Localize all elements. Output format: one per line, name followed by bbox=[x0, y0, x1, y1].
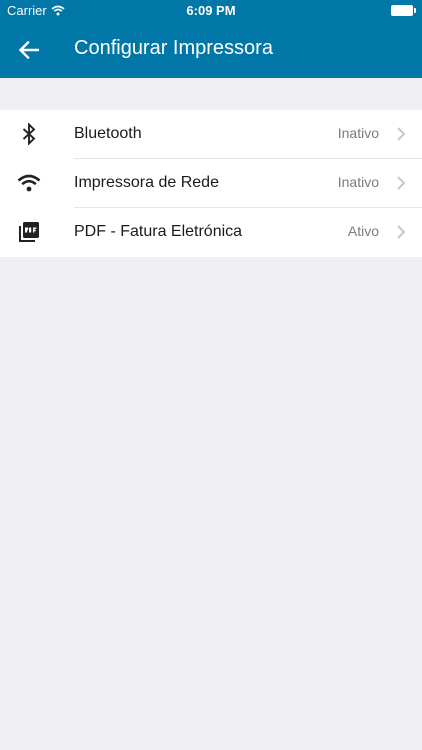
printer-row-network[interactable]: Impressora de Rede Inativo bbox=[0, 159, 422, 208]
battery-icon bbox=[391, 5, 416, 16]
printer-label: Bluetooth bbox=[74, 125, 142, 142]
printer-row-pdf[interactable]: PDF - Fatura Eletrónica Ativo bbox=[0, 208, 422, 257]
printer-label: Impressora de Rede bbox=[74, 174, 219, 191]
status-bar: Carrier 6:09 PM bbox=[0, 0, 422, 22]
status-time: 6:09 PM bbox=[186, 3, 236, 18]
printer-status: Inativo bbox=[337, 174, 379, 190]
bluetooth-icon bbox=[17, 122, 41, 146]
printer-label: PDF - Fatura Eletrónica bbox=[74, 223, 243, 240]
printer-status: Inativo bbox=[337, 125, 379, 141]
printer-list: Bluetooth Inativo Impressora de Rede Ina… bbox=[0, 110, 422, 257]
printer-row-bluetooth[interactable]: Bluetooth Inativo bbox=[0, 110, 422, 159]
arrow-left-icon bbox=[19, 41, 39, 59]
pdf-icon bbox=[17, 220, 41, 244]
printer-status: Ativo bbox=[347, 223, 379, 239]
chevron-right-icon bbox=[397, 127, 406, 141]
wifi-icon bbox=[17, 171, 41, 195]
app-header: Carrier 6:09 PM Configurar Impressora bbox=[0, 0, 422, 78]
chevron-right-icon bbox=[397, 225, 406, 239]
navigation-bar: Configurar Impressora bbox=[0, 22, 422, 78]
page-title: Configurar Impressora bbox=[74, 37, 273, 59]
chevron-right-icon bbox=[397, 176, 406, 190]
back-button[interactable] bbox=[14, 36, 44, 64]
